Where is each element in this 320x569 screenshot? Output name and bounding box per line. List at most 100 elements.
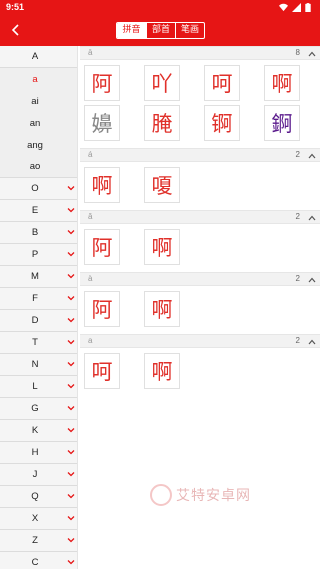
- sidebar-syllable-an[interactable]: an: [0, 112, 77, 134]
- index-mode-tabs: 拼音 部首 笔画: [116, 22, 205, 39]
- tab-radical[interactable]: 部首: [146, 23, 175, 38]
- watermark: 艾特安卓网: [150, 480, 280, 510]
- sidebar-syllable-ai[interactable]: ai: [0, 90, 77, 112]
- sidebar-letter-label: M: [31, 271, 39, 282]
- sidebar-syllable-label: an: [29, 117, 41, 129]
- sidebar-syllable-label: ao: [29, 161, 41, 172]
- pinyin-group-header[interactable]: a2: [80, 334, 320, 348]
- character-grid: 阿啊: [80, 224, 320, 272]
- sidebar-letter-label: X: [31, 513, 39, 524]
- group-pinyin: à: [88, 274, 93, 283]
- pinyin-group-header[interactable]: á2: [80, 148, 320, 162]
- sidebar-letter-p[interactable]: P: [0, 244, 77, 266]
- chevron-up-icon[interactable]: [308, 214, 316, 221]
- character-cell[interactable]: 锕: [204, 105, 240, 141]
- sidebar-letter-label: G: [31, 403, 39, 414]
- sidebar-letter-q[interactable]: Q: [0, 486, 77, 508]
- character-cell[interactable]: 吖: [144, 65, 180, 101]
- character-grid: 啊嗄: [80, 162, 320, 210]
- pinyin-group-header[interactable]: ǎ2: [80, 210, 320, 224]
- character-cell[interactable]: 錒: [264, 105, 300, 141]
- sidebar-syllable-label: ang: [27, 139, 43, 151]
- status-icons: [279, 2, 314, 12]
- chevron-down-icon: [67, 184, 75, 192]
- sidebar-letter-label: O: [31, 183, 39, 194]
- tab-pinyin[interactable]: 拼音: [117, 23, 146, 38]
- sidebar-syllable-ao[interactable]: ao: [0, 156, 77, 178]
- chevron-up-icon[interactable]: [308, 50, 316, 57]
- sidebar-letter-label: L: [32, 381, 38, 392]
- character-cell[interactable]: 啊: [144, 229, 180, 265]
- group-pinyin: a: [88, 336, 93, 345]
- back-arrow-icon: [11, 24, 19, 36]
- sidebar-letter-e[interactable]: E: [0, 200, 77, 222]
- group-count: 2: [295, 274, 300, 283]
- pinyin-group-header[interactable]: à2: [80, 272, 320, 286]
- sidebar-syllable-a[interactable]: a: [0, 68, 77, 90]
- chevron-down-icon: [67, 360, 75, 368]
- sidebar-letter-c[interactable]: C: [0, 552, 77, 569]
- sidebar-letter-x[interactable]: X: [0, 508, 77, 530]
- chevron-up-icon[interactable]: [308, 276, 316, 283]
- chevron-down-icon: [67, 272, 75, 280]
- sidebar-letter-list: OEBPMFDTNLGKHJQXZC: [0, 178, 77, 569]
- sidebar-letter-label: P: [31, 249, 39, 260]
- character-cell[interactable]: 呵: [84, 353, 120, 389]
- status-bar: 9:51: [0, 0, 320, 14]
- sidebar-letter-d[interactable]: D: [0, 310, 77, 332]
- character-cell[interactable]: 阿: [84, 229, 120, 265]
- sidebar-letter-o[interactable]: O: [0, 178, 77, 200]
- pinyin-group-header[interactable]: ā8: [80, 46, 320, 60]
- character-cell[interactable]: 啊: [144, 353, 180, 389]
- sidebar-letter-b[interactable]: B: [0, 222, 77, 244]
- chevron-down-icon: [67, 250, 75, 258]
- chevron-down-icon: [67, 316, 75, 324]
- character-cell[interactable]: 阿: [84, 65, 120, 101]
- back-button[interactable]: [4, 18, 28, 42]
- sidebar-letter-label: Q: [31, 491, 39, 502]
- character-cell[interactable]: 嗄: [144, 167, 180, 203]
- sidebar-letter-z[interactable]: Z: [0, 530, 77, 552]
- sidebar-letter-t[interactable]: T: [0, 332, 77, 354]
- sidebar-letter-h[interactable]: H: [0, 442, 77, 464]
- sidebar-letter-label: Z: [32, 535, 38, 546]
- character-cell[interactable]: 阿: [84, 291, 120, 327]
- sidebar-letter-a[interactable]: A: [0, 46, 77, 68]
- sidebar-letter-k[interactable]: K: [0, 420, 77, 442]
- chevron-down-icon: [67, 558, 75, 566]
- sidebar-letter-f[interactable]: F: [0, 288, 77, 310]
- sidebar-syllable-ang[interactable]: ang: [0, 134, 77, 156]
- character-grid: 阿啊: [80, 286, 320, 334]
- sidebar-letter-j[interactable]: J: [0, 464, 77, 486]
- chevron-down-icon: [67, 470, 75, 478]
- group-count: 2: [295, 150, 300, 159]
- sidebar-letter-label: A: [31, 51, 39, 62]
- character-cell[interactable]: 啊: [144, 291, 180, 327]
- battery-icon: [305, 2, 314, 12]
- sidebar-letter-l[interactable]: L: [0, 376, 77, 398]
- chevron-up-icon[interactable]: [308, 152, 316, 159]
- sidebar-letter-label: D: [31, 315, 39, 326]
- group-count: 2: [295, 336, 300, 345]
- chevron-down-icon: [67, 426, 75, 434]
- sidebar-letter-g[interactable]: G: [0, 398, 77, 420]
- sidebar-letter-label: K: [31, 425, 39, 436]
- character-cell[interactable]: 啊: [84, 167, 120, 203]
- chevron-up-icon[interactable]: [308, 338, 316, 345]
- chevron-down-icon: [67, 448, 75, 456]
- status-time: 9:51: [6, 2, 25, 12]
- tab-strokes[interactable]: 笔画: [175, 23, 204, 38]
- character-cell[interactable]: 腌: [144, 105, 180, 141]
- sidebar-letter-n[interactable]: N: [0, 354, 77, 376]
- sidebar-letter-label: F: [32, 293, 38, 304]
- group-count: 8: [295, 48, 300, 57]
- sidebar-letter-label: T: [32, 337, 38, 348]
- character-cell[interactable]: 嬶: [84, 105, 120, 141]
- character-grid: 阿吖呵啊嬶腌锕錒: [80, 60, 320, 148]
- signal-icon: [292, 2, 301, 12]
- character-cell[interactable]: 呵: [204, 65, 240, 101]
- character-cell[interactable]: 啊: [264, 65, 300, 101]
- chevron-down-icon: [67, 338, 75, 346]
- sidebar-letter-m[interactable]: M: [0, 266, 77, 288]
- watermark-text: 艾特安卓网: [176, 488, 251, 504]
